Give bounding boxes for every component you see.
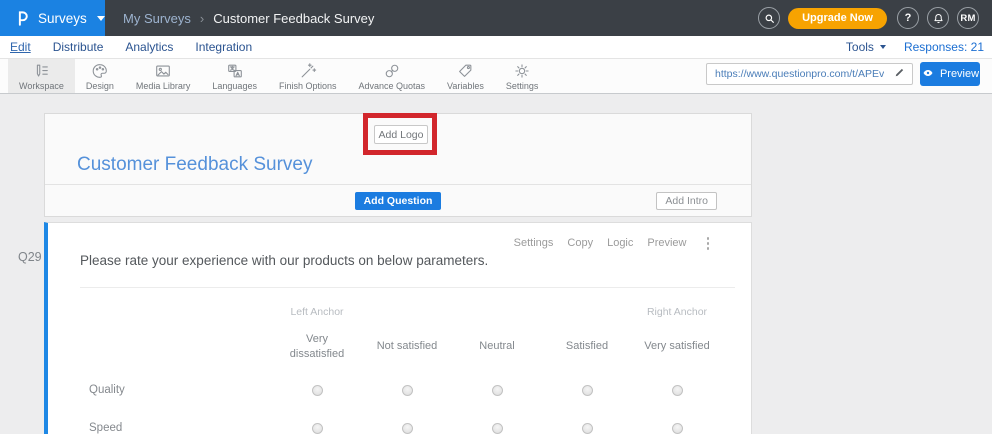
toolbar-item-advance-quotas[interactable]: Advance Quotas <box>347 59 436 93</box>
upgrade-now-button[interactable]: Upgrade Now <box>788 7 887 29</box>
toolbar-item-variables[interactable]: Variables <box>436 59 495 93</box>
add-intro-button[interactable]: Add Intro <box>656 192 717 210</box>
survey-url-box <box>706 63 913 85</box>
palette-icon <box>91 62 109 80</box>
translate-icon <box>226 62 244 80</box>
chevron-down-icon <box>879 45 886 49</box>
radio-speed-very-dissatisfied[interactable] <box>311 422 323 434</box>
notifications-button[interactable] <box>927 7 949 29</box>
question-action-settings[interactable]: Settings <box>514 237 554 249</box>
scale-header-very-dissatisfied: Very dissatisfied <box>289 332 345 360</box>
topbar-actions: Upgrade Now ? RM <box>758 7 992 29</box>
survey-title[interactable]: Customer Feedback Survey <box>77 154 313 176</box>
eye-icon <box>921 67 935 82</box>
radio-quality-satisfied[interactable] <box>581 384 593 396</box>
survey-card-footer: Add Question Add Intro <box>45 184 751 216</box>
left-anchor-label: Left Anchor <box>290 306 344 318</box>
scale-header-very-satisfied: Very satisfied <box>644 340 710 353</box>
radio-quality-neutral[interactable] <box>491 384 503 396</box>
matrix-row-speed: Speed <box>48 413 751 434</box>
scale-header-row: Very dissatisfied Not satisfied Neutral … <box>48 327 751 367</box>
breadcrumb-current: Customer Feedback Survey <box>213 10 375 26</box>
matrix-row-quality: Quality <box>48 375 751 405</box>
surveys-menu[interactable]: Surveys <box>0 0 105 36</box>
chain-link-icon <box>383 62 401 80</box>
toolbar-item-workspace[interactable]: Workspace <box>8 59 75 93</box>
image-icon <box>154 62 172 80</box>
tools-menu[interactable]: Tools <box>846 40 886 54</box>
toolbar-item-media-library[interactable]: Media Library <box>125 59 202 93</box>
tab-distribute[interactable]: Distribute <box>53 40 104 54</box>
right-anchor-label: Right Anchor <box>646 306 708 318</box>
toolbar-item-design[interactable]: Design <box>75 59 125 93</box>
question-action-logic[interactable]: Logic <box>607 237 633 249</box>
radio-speed-neutral[interactable] <box>491 422 503 434</box>
question-text[interactable]: Please rate your experience with our pro… <box>80 253 488 268</box>
bell-icon <box>932 12 945 25</box>
radio-speed-very-satisfied[interactable] <box>671 422 683 434</box>
anchor-row: Left Anchor Right Anchor <box>48 303 751 321</box>
row-label-speed: Speed <box>89 422 123 434</box>
toolbar-item-settings[interactable]: Settings <box>495 59 550 93</box>
scale-header-not-satisfied: Not satisfied <box>376 340 438 353</box>
questionpro-logo-icon <box>15 8 30 28</box>
tab-edit[interactable]: Edit <box>10 40 31 54</box>
tag-icon <box>456 62 474 80</box>
pencil-icon <box>894 65 907 83</box>
survey-url-input[interactable] <box>707 68 888 80</box>
radio-speed-satisfied[interactable] <box>581 422 593 434</box>
radio-quality-very-satisfied[interactable] <box>671 384 683 396</box>
chevron-down-icon <box>96 15 105 21</box>
gear-icon <box>513 62 531 80</box>
search-icon <box>763 12 776 25</box>
magic-wand-icon <box>299 62 317 80</box>
topbar: Surveys My Surveys › Customer Feedback S… <box>0 0 992 36</box>
help-button[interactable]: ? <box>897 7 919 29</box>
question-divider <box>80 287 735 288</box>
tab-integration[interactable]: Integration <box>195 40 252 54</box>
breadcrumb-separator: › <box>199 10 205 26</box>
survey-header-card: Add Logo Customer Feedback Survey Add Qu… <box>44 113 752 217</box>
matrix-table: Left Anchor Right Anchor Very dissatisfi… <box>48 301 751 434</box>
edit-url-button[interactable] <box>888 64 912 84</box>
question-menu-button[interactable] <box>705 235 712 252</box>
radio-quality-very-dissatisfied[interactable] <box>311 384 323 396</box>
nav-tabs-row: Edit Distribute Analytics Integration To… <box>0 36 992 58</box>
search-button[interactable] <box>758 7 781 29</box>
question-actions: Settings Copy Logic Preview <box>514 235 711 252</box>
question-action-preview[interactable]: Preview <box>647 237 686 249</box>
breadcrumb-parent[interactable]: My Surveys <box>123 11 191 26</box>
scale-header-neutral: Neutral <box>479 340 515 353</box>
tab-analytics[interactable]: Analytics <box>125 40 173 54</box>
radio-quality-not-satisfied[interactable] <box>401 384 413 396</box>
preview-button[interactable]: Preview <box>920 62 980 86</box>
add-logo-button[interactable]: Add Logo <box>374 125 428 144</box>
toolbar-item-languages[interactable]: Languages <box>201 59 268 93</box>
nav-right: Tools Responses: 21 <box>846 40 992 54</box>
product-label: Surveys <box>38 10 87 26</box>
toolbar-item-finish-options[interactable]: Finish Options <box>268 59 348 93</box>
question-card: Settings Copy Logic Preview Please rate … <box>44 222 752 434</box>
question-action-copy[interactable]: Copy <box>567 237 593 249</box>
avatar[interactable]: RM <box>957 7 979 29</box>
scale-header-satisfied: Satisfied <box>565 340 609 353</box>
radio-speed-not-satisfied[interactable] <box>401 422 413 434</box>
responses-count[interactable]: Responses: 21 <box>904 40 984 54</box>
add-question-button[interactable]: Add Question <box>354 191 442 210</box>
question-number: Q29 <box>18 250 42 264</box>
breadcrumb: My Surveys › Customer Feedback Survey <box>123 11 374 26</box>
workspace-icon <box>32 62 50 80</box>
row-label-quality: Quality <box>89 384 125 396</box>
